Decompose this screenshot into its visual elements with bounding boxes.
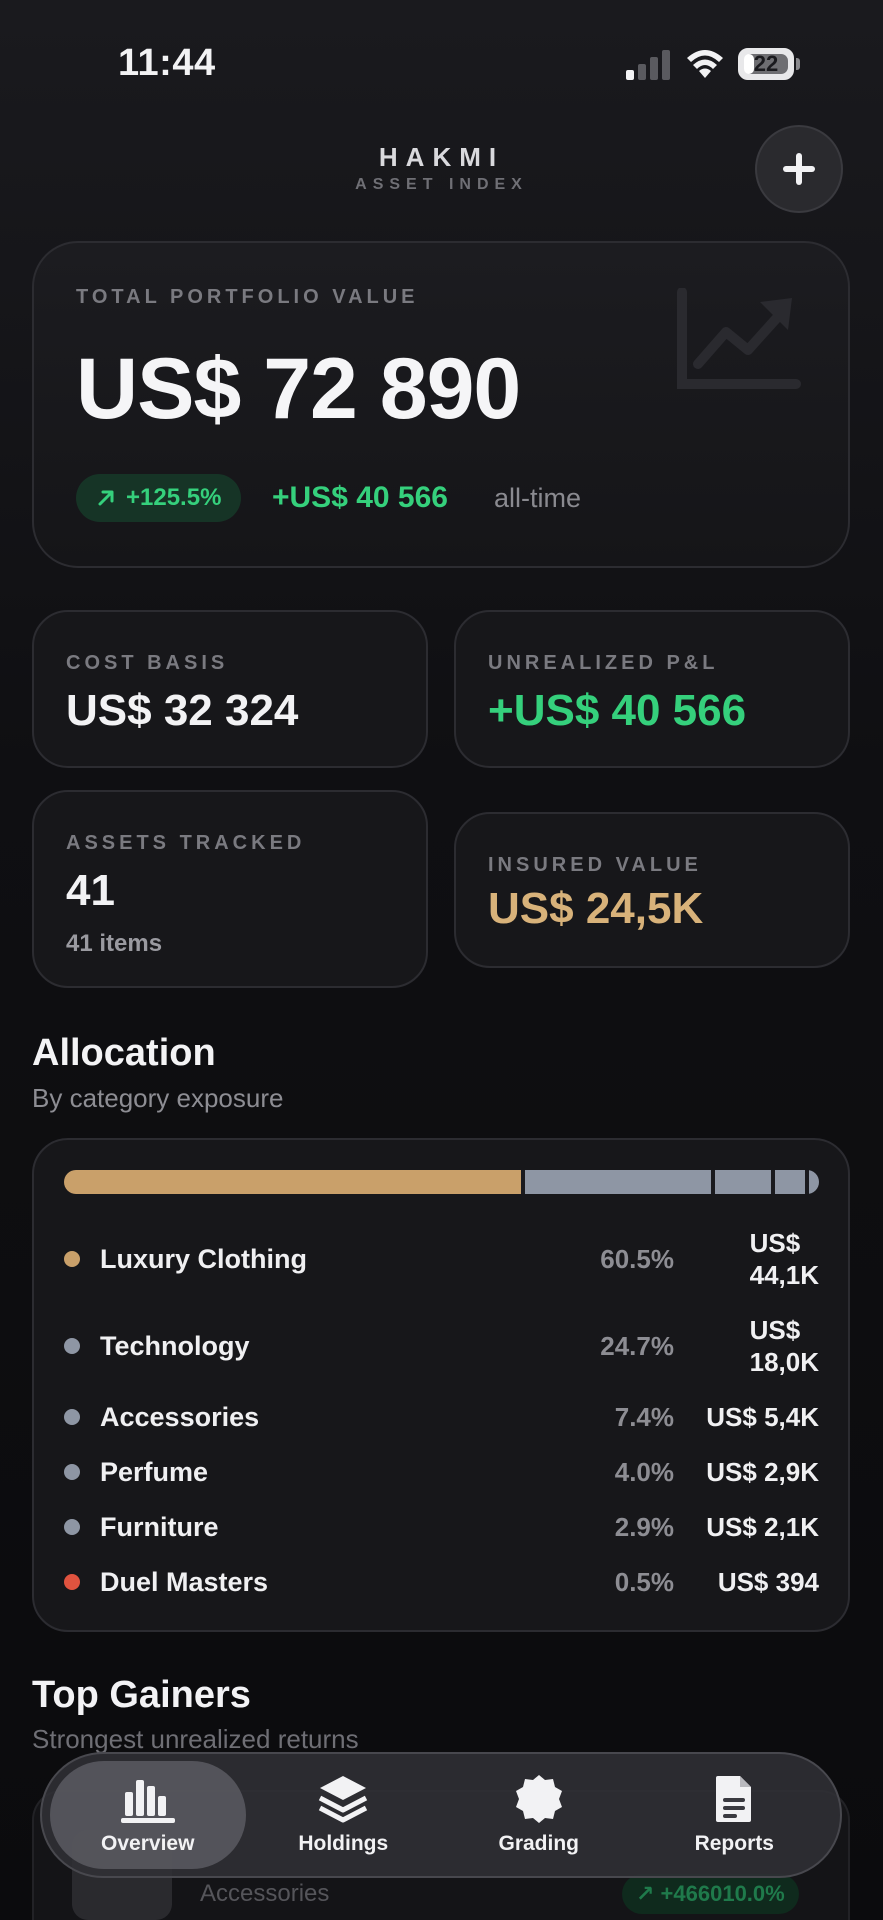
allocation-title: Allocation: [32, 1032, 216, 1074]
category-pct: 2.9%: [614, 1511, 674, 1542]
allocation-bar: [64, 1170, 819, 1194]
category-pct: 4.0%: [614, 1456, 674, 1487]
category-dot: [64, 1519, 80, 1535]
badge-icon: [515, 1775, 562, 1823]
plus-icon: [783, 153, 815, 185]
battery-icon: 22: [738, 48, 800, 80]
tab-holdings[interactable]: Holdings: [246, 1761, 442, 1869]
assets-tracked-label: ASSETS TRACKED: [66, 832, 306, 854]
category-name: Technology: [100, 1330, 250, 1361]
category-dot: [64, 1338, 80, 1354]
category-pct: 7.4%: [614, 1401, 674, 1432]
top-gainer-category: Accessories: [200, 1880, 330, 1907]
allocation-row-perfume[interactable]: Perfume 4.0% US$ 2,9K: [64, 1455, 819, 1489]
allocation-bar-segment: [524, 1170, 712, 1194]
portfolio-period: all-time: [494, 483, 582, 513]
document-icon: [716, 1776, 752, 1822]
category-name: Luxury Clothing: [100, 1243, 307, 1274]
portfolio-change-abs: +US$ 40 566: [272, 481, 448, 514]
trend-chart-icon: [677, 288, 801, 389]
add-asset-button[interactable]: [755, 125, 843, 213]
wifi-icon: [687, 50, 723, 78]
insured-value-label: INSURED VALUE: [488, 854, 702, 876]
tab-label: Reports: [694, 1832, 774, 1855]
category-dot: [64, 1251, 80, 1267]
app-brand: HAKMI: [378, 142, 505, 172]
category-dot: [64, 1574, 80, 1590]
unrealized-pnl-card: UNREALIZED P&L +US$ 40 566: [454, 610, 850, 768]
allocation-bar-segment: [715, 1170, 772, 1194]
bottom-tab-bar: Overview Holdings Grading Reports: [40, 1752, 842, 1878]
unrealized-pnl-value: +US$ 40 566: [488, 686, 747, 735]
category-amount: US$ 394: [717, 1567, 819, 1597]
assets-tracked-value: 41: [66, 866, 115, 915]
top-gainers-title: Top Gainers: [32, 1674, 251, 1716]
cost-basis-value: US$ 32 324: [66, 686, 299, 735]
allocation-row-duel-masters[interactable]: Duel Masters 0.5% US$ 394: [64, 1565, 819, 1599]
allocation-row-luxury-clothing[interactable]: Luxury Clothing 60.5% US$ 44,1K: [64, 1226, 819, 1292]
cost-basis-label: COST BASIS: [66, 652, 229, 674]
cost-basis-card: COST BASIS US$ 32 324: [32, 610, 428, 768]
category-pct: 60.5%: [600, 1243, 674, 1274]
tab-label: Holdings: [298, 1832, 389, 1855]
layers-icon: [319, 1776, 368, 1823]
unrealized-pnl-label: UNREALIZED P&L: [488, 652, 719, 674]
allocation-card: [32, 1138, 850, 1632]
tab-label: Overview: [101, 1832, 195, 1855]
category-amount: US$ 2,1K: [706, 1512, 819, 1542]
cellular-signal-icon: [626, 50, 670, 80]
category-name: Duel Masters: [100, 1566, 269, 1597]
status-time: 11:44: [118, 42, 216, 84]
allocation-bar-segment: [64, 1170, 521, 1194]
assets-tracked-sub: 41 items: [66, 930, 163, 957]
insured-value-value: US$ 24,5K: [488, 884, 704, 933]
portfolio-change-badge: +125.5%: [76, 474, 242, 522]
bar-chart-icon: [120, 1780, 175, 1823]
allocation-row-accessories[interactable]: Accessories 7.4% US$ 5,4K: [64, 1400, 819, 1434]
battery-percent: 22: [753, 51, 779, 76]
tab-label: Grading: [498, 1832, 579, 1855]
tab-grading[interactable]: Grading: [441, 1761, 637, 1869]
portfolio-change-pct: +125.5%: [126, 484, 222, 511]
tab-overview[interactable]: Overview: [50, 1761, 246, 1869]
allocation-subtitle: By category exposure: [32, 1083, 284, 1113]
top-gainers-subtitle: Strongest unrealized returns: [32, 1724, 359, 1754]
top-gainer-gain-badge: ↗ +466010.0%: [622, 1874, 799, 1914]
category-amount: US$ 5,4K: [706, 1402, 819, 1432]
category-name: Perfume: [100, 1456, 209, 1487]
category-pct: 0.5%: [614, 1566, 674, 1597]
portfolio-label: TOTAL PORTFOLIO VALUE: [76, 286, 419, 308]
allocation-row-furniture[interactable]: Furniture 2.9% US$ 2,1K: [64, 1510, 819, 1544]
category-name: Accessories: [100, 1401, 260, 1432]
category-dot: [64, 1409, 80, 1425]
category-pct: 24.7%: [600, 1330, 674, 1361]
arrow-up-right-icon: [98, 490, 114, 506]
category-dot: [64, 1464, 80, 1480]
insured-value-card: INSURED VALUE US$ 24,5K: [454, 812, 850, 968]
portfolio-value: US$ 72 890: [76, 341, 521, 437]
category-amount: US$ 2,9K: [706, 1457, 819, 1487]
assets-tracked-card: ASSETS TRACKED 41 41 items: [32, 790, 428, 988]
category-amount: US$ 18,0K: [749, 1315, 819, 1377]
allocation-row-technology[interactable]: Technology 24.7% US$ 18,0K: [64, 1313, 819, 1379]
app-subtitle: ASSET INDEX: [355, 176, 528, 193]
category-name: Furniture: [100, 1511, 219, 1542]
allocation-bar-segment: [775, 1170, 806, 1194]
tab-reports[interactable]: Reports: [637, 1761, 833, 1869]
category-amount: US$ 44,1K: [749, 1228, 819, 1290]
